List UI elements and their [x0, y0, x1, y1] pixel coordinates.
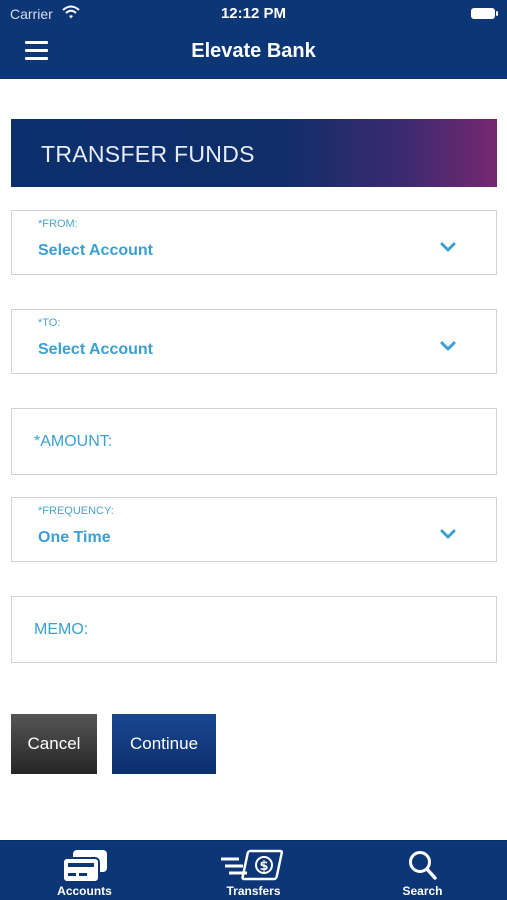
to-account-select[interactable]: *TO: Select Account — [11, 309, 497, 374]
status-bar: Carrier 12:12 PM — [0, 0, 507, 28]
tab-bar: Accounts $ Transfers Search — [0, 840, 507, 900]
chevron-down-icon — [440, 242, 456, 252]
money-transfer-icon: $ — [220, 849, 283, 881]
from-label: *FROM: — [38, 218, 78, 230]
tab-accounts[interactable]: Accounts — [0, 841, 169, 900]
cards-icon — [61, 850, 107, 883]
tab-transfers-label: Transfers — [226, 884, 281, 898]
chevron-down-icon — [440, 341, 456, 351]
svg-text:$: $ — [259, 859, 268, 874]
amount-label: *AMOUNT: — [34, 433, 113, 450]
nav-bar: Elevate Bank — [0, 28, 507, 79]
to-label: *TO: — [38, 317, 61, 329]
cancel-button[interactable]: Cancel — [11, 714, 97, 774]
memo-field[interactable]: MEMO: — [11, 596, 497, 663]
clock: 12:12 PM — [220, 5, 287, 22]
tab-transfers[interactable]: $ Transfers — [169, 841, 338, 900]
amount-field[interactable]: *AMOUNT: — [11, 408, 497, 475]
tab-search[interactable]: Search — [338, 841, 507, 900]
chevron-down-icon — [440, 529, 456, 539]
frequency-label: *FREQUENCY: — [38, 505, 114, 517]
page-banner: TRANSFER FUNDS — [11, 119, 497, 187]
to-value: Select Account — [38, 341, 153, 358]
frequency-select[interactable]: *FREQUENCY: One Time — [11, 497, 497, 562]
continue-button[interactable]: Continue — [112, 714, 216, 774]
top-bar: Carrier 12:12 PM Elevate Bank — [0, 0, 507, 79]
search-icon — [408, 851, 437, 880]
memo-label: MEMO: — [34, 621, 89, 638]
from-account-select[interactable]: *FROM: Select Account — [11, 210, 497, 275]
tab-search-label: Search — [402, 884, 443, 898]
frequency-value: One Time — [38, 529, 111, 546]
battery-icon — [471, 8, 498, 19]
from-value: Select Account — [38, 242, 153, 259]
page-title: TRANSFER FUNDS — [41, 141, 255, 167]
app-title: Elevate Bank — [191, 40, 316, 62]
tab-accounts-label: Accounts — [57, 884, 112, 898]
